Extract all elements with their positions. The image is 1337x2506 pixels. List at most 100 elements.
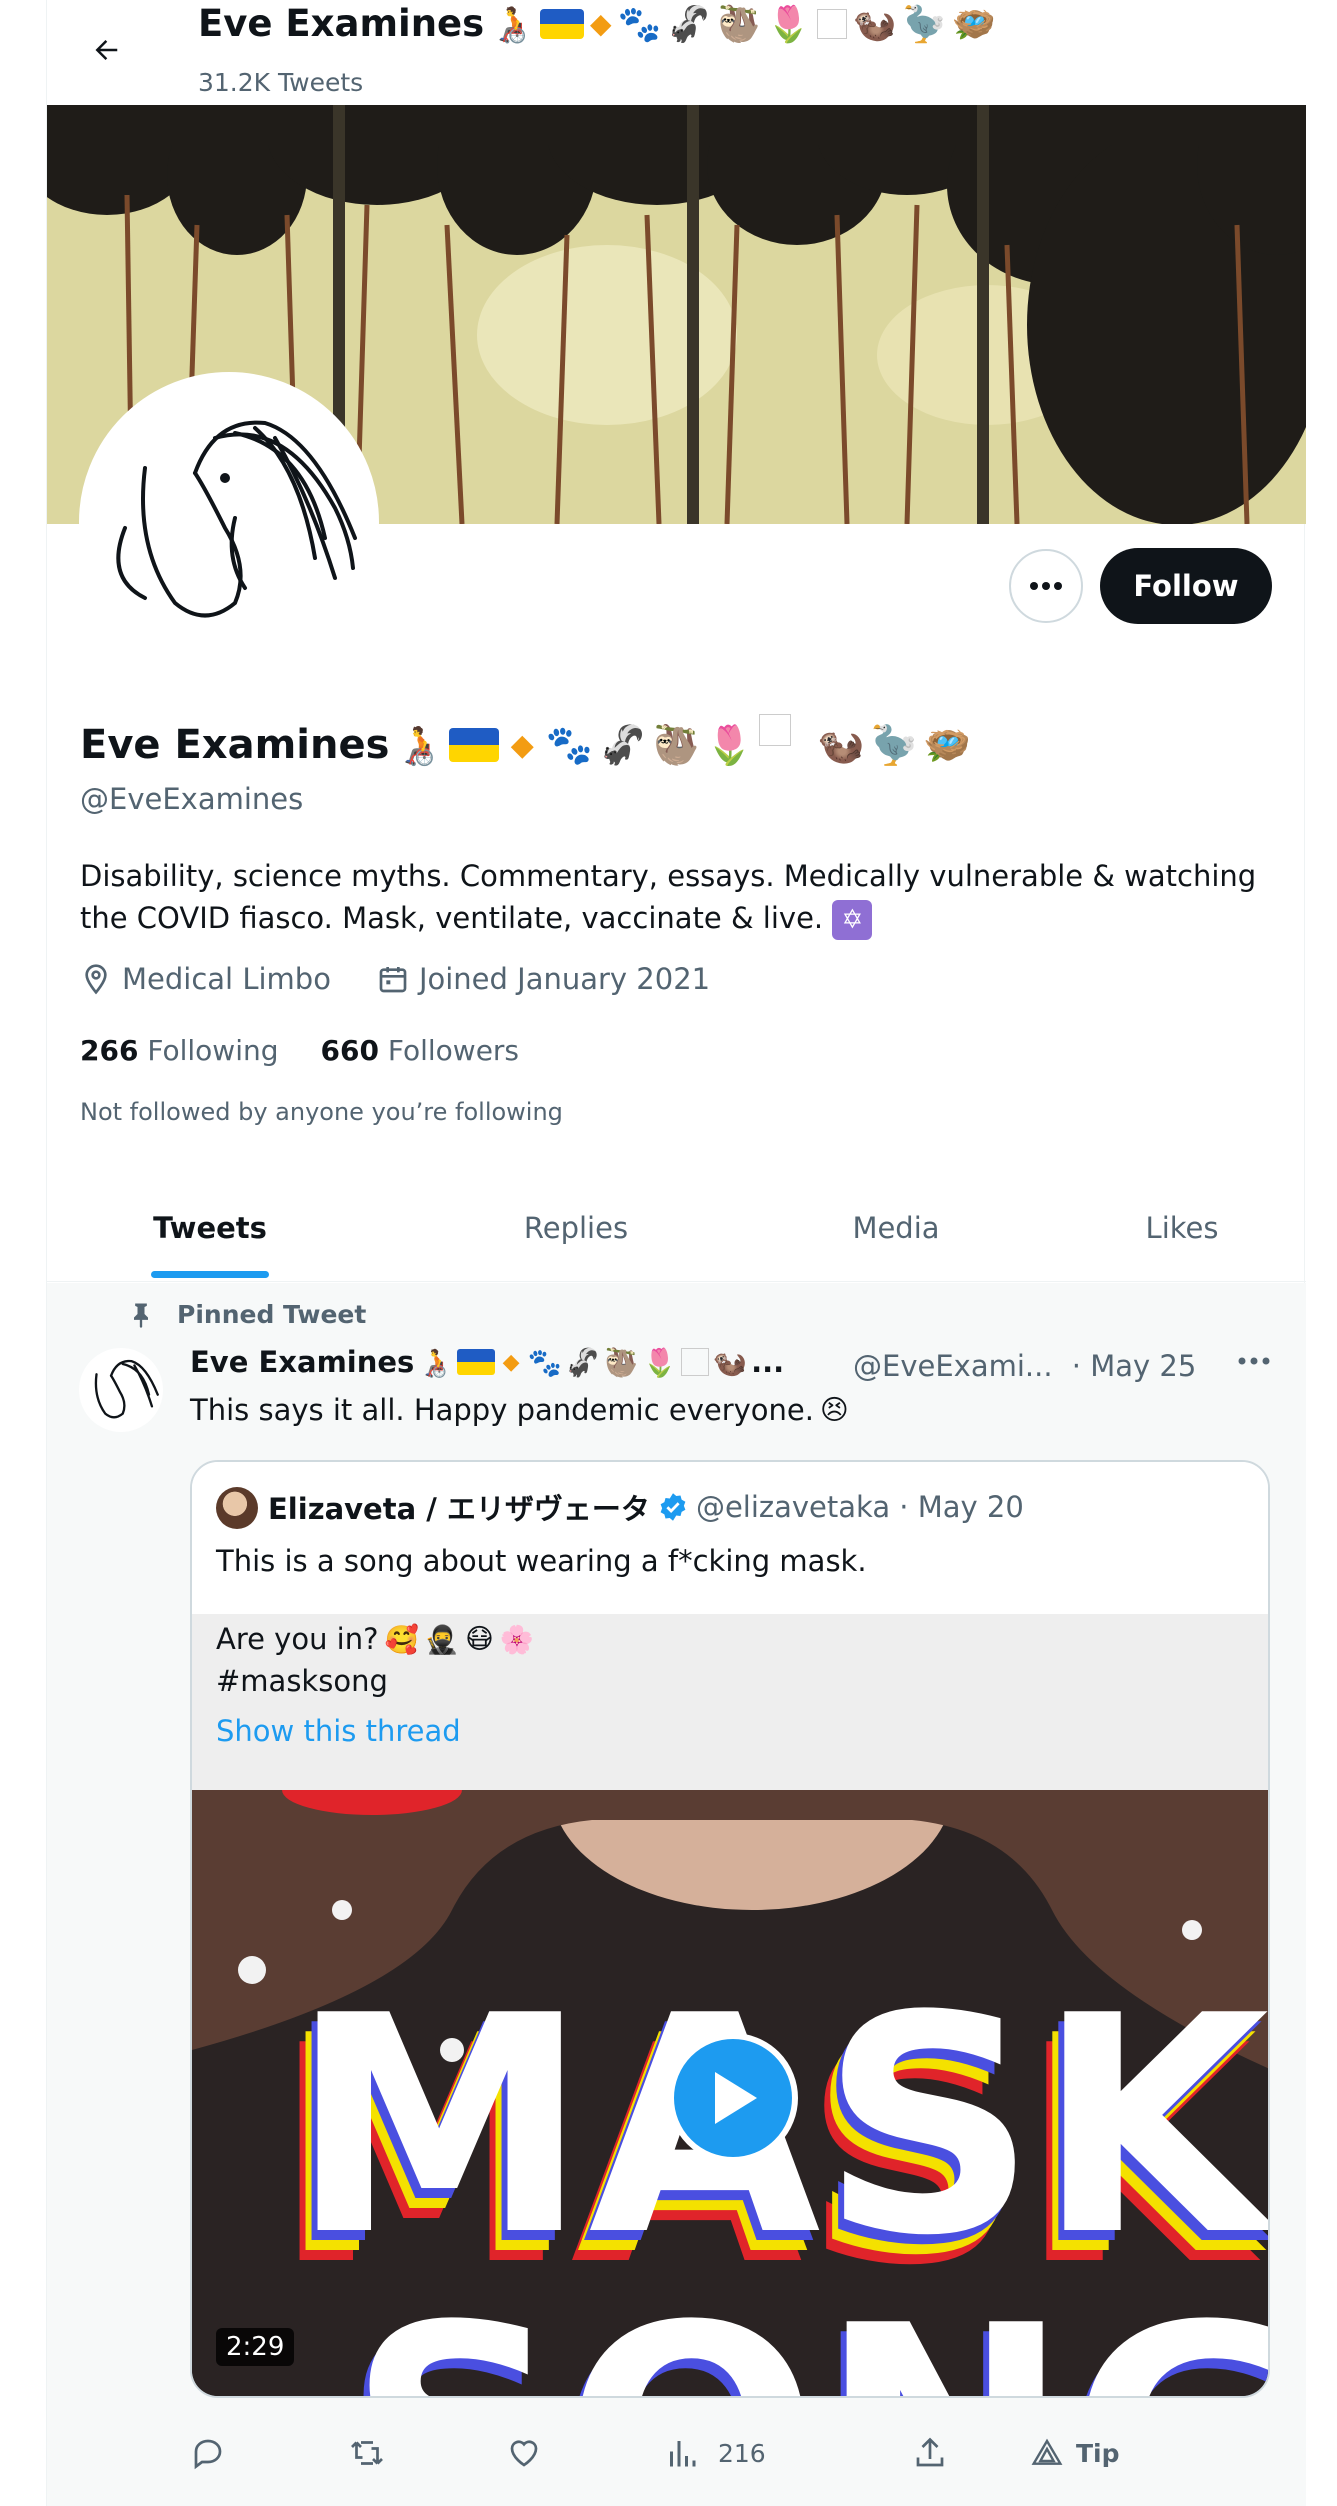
header-title: Eve Examines 🧑‍🦽 ◆ 🐾 🦨 🦥 🌷 🦦 🦤 🪺 <box>198 2 996 45</box>
profile-name: Eve Examines 🧑‍🦽 ◆ 🐾 🦨 🦥 🌷 🦦 🦤 🪺 <box>80 714 972 768</box>
tweet-text: This says it all. Happy pandemic everyon… <box>190 1393 849 1427</box>
tab-media[interactable]: Media <box>767 1173 1025 1282</box>
quote-hashtag[interactable]: #masksong <box>216 1664 388 1698</box>
followers-label: Followers <box>387 1034 520 1067</box>
tulip-icon: 🌷 <box>766 3 811 45</box>
profile-bio: Disability, science myths. Commentary, e… <box>80 855 1280 940</box>
pinned-label-row: Pinned Tweet <box>127 1299 366 1329</box>
retweet-button[interactable] <box>348 2428 386 2478</box>
quote-video[interactable]: MASK MASK MASK MASK SONG SONG 2:29 <box>192 1790 1268 2396</box>
tweet-date[interactable]: · May 25 <box>1072 1349 1197 1383</box>
ukraine-flag-icon <box>456 1349 495 1375</box>
quote-top: Elizaveta / エリザヴェータ @elizavetaka · May 2… <box>192 1462 1268 1614</box>
pinned-label: Pinned Tweet <box>177 1299 367 1329</box>
share-button[interactable] <box>912 2428 948 2478</box>
orange-diamond-icon: ◆ <box>589 7 612 40</box>
more-options-button[interactable] <box>1009 549 1083 623</box>
wheelchair-emoji-icon: 🧑‍🦽 <box>395 722 443 767</box>
broken-image-icon <box>759 714 792 746</box>
tab-replies[interactable]: Replies <box>447 1173 705 1282</box>
tulip-icon: 🌷 <box>642 1346 677 1379</box>
quote-header: Elizaveta / エリザヴェータ @elizavetaka · May 2… <box>268 1486 1024 1528</box>
retweet-icon <box>351 2441 383 2465</box>
quote-handle-date: @elizavetaka · May 20 <box>695 1490 1024 1524</box>
paw-prints-icon: 🐾 <box>545 722 594 767</box>
share-icon <box>916 2437 944 2467</box>
show-thread-link[interactable]: Show this thread <box>216 1714 461 1748</box>
skunk-icon: 🦨 <box>599 722 647 767</box>
ellipsis-icon <box>1238 1357 1270 1365</box>
tweet-author-avatar[interactable] <box>79 1348 163 1432</box>
ellipsis-icon <box>1030 582 1062 590</box>
reply-icon <box>194 2439 222 2470</box>
star-of-david-icon: ✡ <box>832 900 873 940</box>
tweet-more-button[interactable] <box>1229 1341 1279 1381</box>
play-icon <box>715 2072 757 2124</box>
nest-icon: 🪺 <box>923 722 972 767</box>
ninja-icon: 🥷 <box>424 1623 460 1656</box>
profile-avatar[interactable] <box>79 372 379 672</box>
quote-author-name: Elizaveta / エリザヴェータ <box>268 1492 650 1526</box>
mask-face-icon: 😷 <box>465 1623 494 1655</box>
calendar-icon <box>379 967 407 993</box>
smiling-hearts-icon: 🥰 <box>384 1623 419 1656</box>
broken-image-icon <box>680 1348 709 1376</box>
followers-link[interactable]: 660 Followers <box>321 1034 520 1067</box>
reply-button[interactable] <box>190 2428 226 2478</box>
tab-likes[interactable]: Likes <box>1067 1173 1297 1282</box>
tip-icon <box>1031 2438 1063 2465</box>
profile-joined: Joined January 2021 <box>418 962 711 996</box>
sketch-face-avatar-icon <box>94 1359 159 1419</box>
sloth-icon: 🦥 <box>717 3 761 45</box>
tweet-count: 31.2K Tweets <box>198 68 364 97</box>
pinned-tweet[interactable]: Pinned Tweet Eve Examines 🧑‍🦽 ◆ 🐾 🦨 <box>47 1283 1306 2506</box>
heart-icon <box>510 2440 538 2467</box>
skunk-icon: 🦨 <box>667 3 712 45</box>
tip-button[interactable]: Tip <box>1030 2428 1120 2478</box>
top-header: Eve Examines 🧑‍🦽 ◆ 🐾 🦨 🦥 🌷 🦦 🦤 🪺 31.2K T… <box>47 0 1306 105</box>
sloth-icon: 🦥 <box>652 722 700 767</box>
paw-prints-icon: 🐾 <box>617 3 662 45</box>
quoted-tweet[interactable]: Elizaveta / エリザヴェータ @elizavetaka · May 2… <box>190 1460 1270 2398</box>
persevering-face-icon: 😣 <box>819 1394 849 1426</box>
verified-badge-icon <box>660 1493 686 1521</box>
profile-tabs: Tweets Replies Media Likes <box>47 1173 1306 1282</box>
sloth-icon: 🦥 <box>604 1346 639 1379</box>
sketch-face-avatar-icon <box>116 420 357 618</box>
otter-icon: 🦦 <box>712 1346 748 1379</box>
video-duration: 2:29 <box>216 2328 295 2366</box>
following-link[interactable]: 266 Following <box>80 1034 279 1067</box>
pin-icon <box>134 1303 148 1328</box>
location-pin-icon <box>85 964 107 995</box>
profile-handle: @EveExamines <box>80 782 304 816</box>
active-tab-indicator <box>151 1271 269 1278</box>
ukraine-flag-icon <box>539 8 584 39</box>
cherry-blossom-icon: 🌸 <box>499 1623 535 1656</box>
tweet-handle[interactable]: @EveExami... <box>853 1349 1053 1383</box>
quote-continued: Are you in? 🥰 🥷 😷 🌸 #masksong Show this … <box>192 1614 1268 1790</box>
following-count: 266 <box>80 1034 139 1067</box>
skunk-icon: 🦨 <box>565 1346 601 1379</box>
like-button[interactable] <box>506 2428 542 2478</box>
ukraine-flag-icon <box>448 728 499 762</box>
orange-diamond-icon: ◆ <box>502 1349 520 1375</box>
paw-prints-icon: 🐾 <box>527 1346 562 1379</box>
tweet-author-name[interactable]: Eve Examines 🧑‍🦽 ◆ 🐾 🦨 🦥 🌷 🦦 ... <box>190 1345 784 1379</box>
tab-tweets[interactable]: Tweets <box>81 1173 339 1282</box>
dodo-icon: 🦤 <box>902 3 947 45</box>
followers-count: 660 <box>320 1034 379 1067</box>
profile-location: Medical Limbo <box>122 962 331 996</box>
broken-image-icon <box>816 8 847 39</box>
back-button[interactable] <box>81 25 131 75</box>
quote-line-1: This is a song about wearing a f*cking m… <box>216 1544 867 1578</box>
quote-author-avatar <box>216 1487 258 1529</box>
profile-meta: Medical Limbo Joined January 2021 <box>80 962 710 996</box>
wheelchair-emoji-icon: 🧑‍🦽 <box>418 1346 453 1379</box>
orange-diamond-icon: ◆ <box>510 727 534 763</box>
follow-button[interactable]: Follow <box>1100 548 1272 624</box>
views-button[interactable]: 216 <box>664 2428 766 2478</box>
play-button[interactable] <box>668 2033 798 2163</box>
tip-label: Tip <box>1076 2438 1120 2468</box>
profile-column: Eve Examines 🧑‍🦽 ◆ 🐾 🦨 🦥 🌷 🦦 🦤 🪺 31.2K T… <box>46 0 1306 2506</box>
tweet-handle-date: @EveExami... · May 25 <box>853 1349 1196 1383</box>
